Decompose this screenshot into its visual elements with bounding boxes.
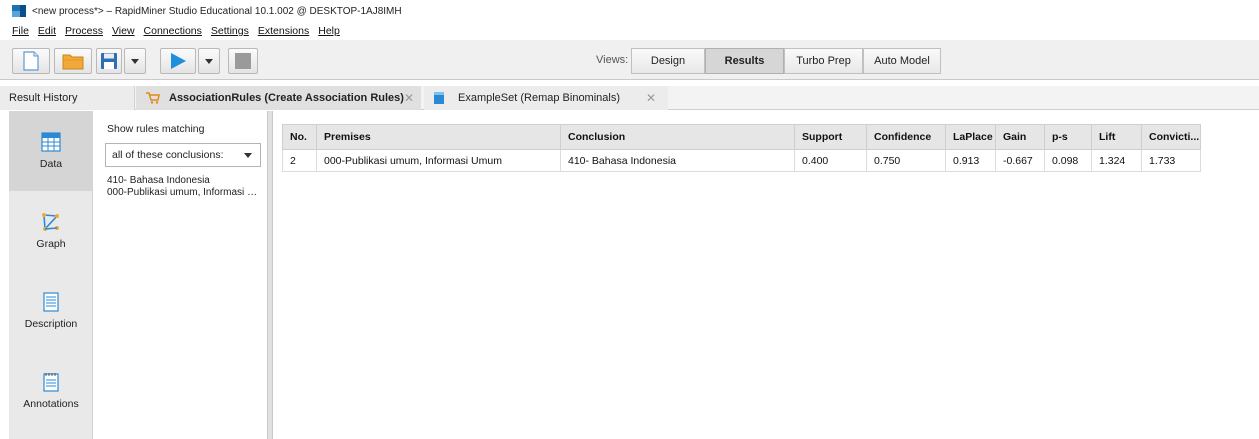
views-label: Views: — [596, 54, 629, 66]
tab-label: AssociationRules (Create Association Rul… — [169, 92, 404, 104]
column-header-gain[interactable]: Gain — [995, 124, 1045, 150]
stop-button[interactable] — [228, 48, 258, 74]
tab-association-rules[interactable]: AssociationRules (Create Association Rul… — [136, 86, 421, 110]
annotations-icon — [43, 373, 59, 392]
column-header-no[interactable]: No. — [282, 124, 317, 150]
tab-label: Result History — [9, 92, 78, 104]
view-tab-auto-model[interactable]: Auto Model — [863, 48, 941, 74]
toolbar — [0, 40, 1259, 80]
results-tab-strip: Result History AssociationRules (Create … — [0, 86, 1259, 110]
run-button[interactable] — [160, 48, 196, 74]
table-header-row: No. Premises Conclusion Support Confiden… — [282, 124, 1201, 150]
conclusion-list: 410- Bahasa Indonesia 000-Publikasi umum… — [107, 175, 262, 199]
cell-confidence: 0.750 — [866, 149, 946, 172]
cell-conviction: 1.733 — [1141, 149, 1201, 172]
column-header-premises[interactable]: Premises — [316, 124, 561, 150]
view-tab-design[interactable]: Design — [631, 48, 705, 74]
column-header-conclusion[interactable]: Conclusion — [560, 124, 795, 150]
view-tab-results[interactable]: Results — [705, 48, 784, 74]
nav-label: Annotations — [23, 398, 79, 410]
menu-process[interactable]: Process — [65, 25, 103, 37]
filter-heading: Show rules matching — [107, 123, 205, 135]
chevron-down-icon — [244, 153, 252, 158]
nav-label: Data — [39, 158, 63, 170]
tab-result-history[interactable]: Result History — [0, 86, 135, 110]
save-icon — [101, 53, 117, 69]
close-icon[interactable]: ✕ — [646, 91, 656, 105]
chevron-down-icon — [205, 58, 213, 64]
graph-icon — [42, 213, 59, 231]
new-file-icon — [23, 51, 39, 71]
tab-example-set[interactable]: ExampleSet (Remap Binominals) ✕ — [424, 86, 668, 110]
column-header-laplace[interactable]: LaPlace — [945, 124, 996, 150]
column-header-ps[interactable]: p-s — [1044, 124, 1092, 150]
nav-graph[interactable]: Graph — [9, 191, 93, 271]
cell-premises: 000-Publikasi umum, Informasi Umum — [316, 149, 561, 172]
view-tab-turbo-prep[interactable]: Turbo Prep — [784, 48, 863, 74]
menu-connections[interactable]: Connections — [144, 25, 202, 37]
association-rules-table: No. Premises Conclusion Support Confiden… — [282, 124, 1201, 172]
close-icon[interactable]: ✕ — [404, 91, 414, 105]
cell-ps: 0.098 — [1044, 149, 1092, 172]
column-header-confidence[interactable]: Confidence — [866, 124, 946, 150]
conclusion-mode-select[interactable]: all of these conclusions: — [105, 143, 261, 167]
tab-label: ExampleSet (Remap Binominals) — [458, 92, 621, 104]
cell-no: 2 — [282, 149, 317, 172]
folder-icon — [62, 54, 84, 70]
shopping-cart-icon — [146, 92, 160, 104]
menu-help[interactable]: Help — [318, 25, 340, 37]
nav-description[interactable]: Description — [9, 271, 93, 351]
menu-edit[interactable]: Edit — [38, 25, 56, 37]
stop-icon — [235, 53, 251, 69]
menu-file[interactable]: File — [12, 25, 29, 37]
column-header-conviction[interactable]: Convicti... — [1141, 124, 1201, 150]
result-view-nav: Data Graph Description Annotations — [9, 111, 93, 439]
menu-extensions[interactable]: Extensions — [258, 25, 309, 37]
rules-table-area: No. Premises Conclusion Support Confiden… — [274, 111, 1259, 439]
data-table-icon — [41, 132, 61, 152]
panel-splitter[interactable] — [267, 111, 273, 439]
list-item[interactable]: 410- Bahasa Indonesia — [107, 175, 262, 187]
save-button[interactable] — [96, 48, 122, 74]
save-dropdown-button[interactable] — [124, 48, 146, 74]
list-item[interactable]: 000-Publikasi umum, Informasi U... — [107, 187, 262, 199]
cell-laplace: 0.913 — [945, 149, 996, 172]
column-header-support[interactable]: Support — [794, 124, 867, 150]
menu-settings[interactable]: Settings — [211, 25, 249, 37]
table-row[interactable]: 2 000-Publikasi umum, Informasi Umum 410… — [282, 149, 1201, 172]
new-process-button[interactable] — [12, 48, 50, 74]
rule-filter-panel: Show rules matching all of these conclus… — [95, 111, 265, 439]
select-value: all of these conclusions: — [112, 149, 224, 161]
nav-label: Description — [24, 318, 78, 330]
column-header-lift[interactable]: Lift — [1091, 124, 1142, 150]
open-button[interactable] — [54, 48, 92, 74]
cell-gain: -0.667 — [995, 149, 1045, 172]
title-bar: <new process*> – RapidMiner Studio Educa… — [0, 0, 1259, 22]
menu-view[interactable]: View — [112, 25, 135, 37]
cell-lift: 1.324 — [1091, 149, 1142, 172]
play-icon — [171, 53, 186, 69]
menu-bar: File Edit Process View Connections Setti… — [0, 22, 1259, 40]
nav-label: Graph — [36, 238, 66, 250]
table-icon — [434, 92, 444, 104]
cell-conclusion: 410- Bahasa Indonesia — [560, 149, 795, 172]
nav-data[interactable]: Data — [9, 111, 93, 191]
run-dropdown-button[interactable] — [198, 48, 220, 74]
description-icon — [43, 292, 59, 312]
window-title: <new process*> – RapidMiner Studio Educa… — [32, 5, 402, 17]
cell-support: 0.400 — [794, 149, 867, 172]
nav-annotations[interactable]: Annotations — [9, 351, 93, 431]
chevron-down-icon — [131, 58, 139, 64]
rapidminer-logo-icon — [12, 5, 26, 17]
